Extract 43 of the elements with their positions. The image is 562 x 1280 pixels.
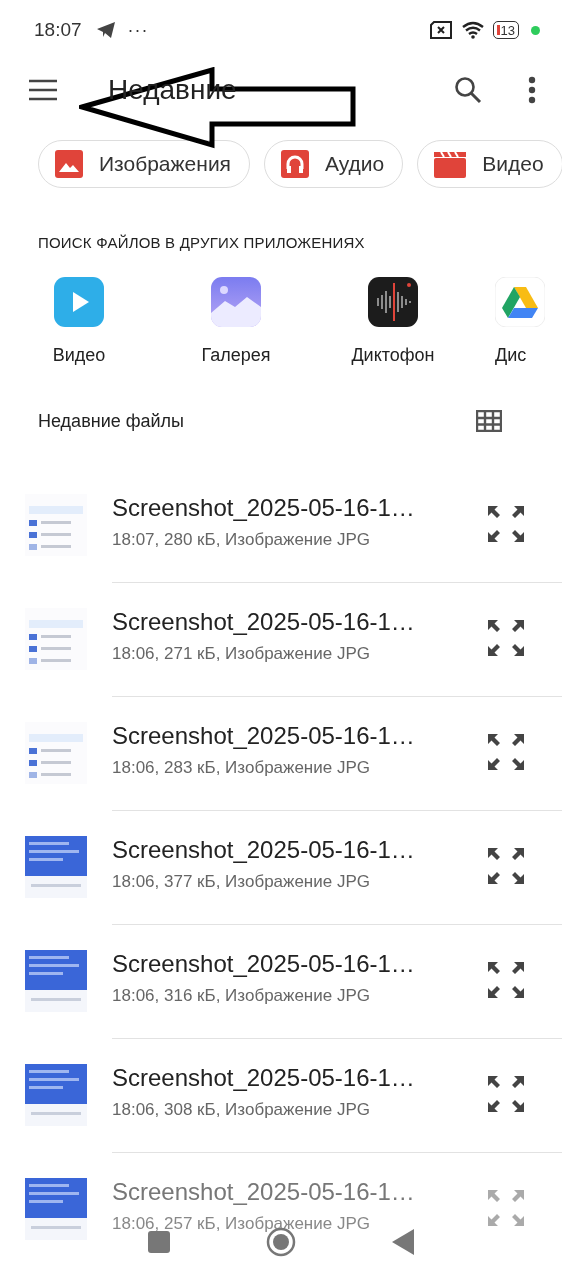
- file-name: Screenshot_2025-05-16-1…: [112, 493, 416, 522]
- file-name: Screenshot_2025-05-16-1…: [112, 1063, 416, 1092]
- file-name: Screenshot_2025-05-16-1…: [112, 607, 416, 636]
- gallery-icon: [211, 277, 261, 327]
- app-shortcut[interactable]: Галерея: [184, 277, 341, 366]
- triangle-logo-icon: [495, 277, 545, 327]
- sound-wave-icon: [368, 277, 418, 327]
- headphones-icon: [281, 150, 309, 178]
- expand-button[interactable]: [487, 618, 525, 657]
- paper-plane-icon: [95, 21, 116, 39]
- grid-view-button[interactable]: [476, 410, 502, 432]
- more-notifications: ···: [127, 19, 149, 41]
- clapperboard-icon: [434, 150, 467, 178]
- file-name: Screenshot_2025-05-16-1…: [112, 949, 416, 978]
- back-button[interactable]: [392, 1229, 414, 1255]
- wifi-icon: [460, 21, 485, 39]
- section-heading: Недавние файлы: [38, 410, 184, 432]
- status-dot: [531, 25, 540, 35]
- file-name: Screenshot_2025-05-16-1…: [112, 835, 416, 864]
- no-sim-icon: [428, 21, 453, 39]
- image-icon: [55, 150, 83, 178]
- more-options-button[interactable]: [528, 76, 536, 104]
- app-shortcut[interactable]: Видео: [27, 277, 184, 366]
- file-details: 18:07, 280 кБ, Изображение JPG: [112, 529, 371, 550]
- expand-button[interactable]: [487, 504, 525, 543]
- file-details: 18:06, 283 кБ, Изображение JPG: [112, 757, 371, 778]
- expand-button[interactable]: [487, 846, 525, 885]
- search-button[interactable]: [454, 76, 482, 104]
- file-details: 18:06, 308 кБ, Изображение JPG: [112, 1099, 371, 1120]
- file-details: 18:06, 271 кБ, Изображение JPG: [112, 643, 371, 664]
- file-name: Screenshot_2025-05-16-1…: [112, 721, 416, 750]
- menu-button[interactable]: [28, 79, 58, 101]
- file-details: 18:06, 377 кБ, Изображение JPG: [112, 871, 371, 892]
- expand-button[interactable]: [487, 732, 525, 771]
- file-details: 18:06, 316 кБ, Изображение JPG: [112, 985, 371, 1006]
- status-time: 18:07: [34, 19, 82, 41]
- play-icon: [54, 277, 104, 327]
- section-heading: ПОИСК ФАЙЛОВ В ДРУГИХ ПРИЛОЖЕНИЯХ: [37, 233, 366, 251]
- expand-button[interactable]: [487, 1074, 525, 1113]
- file-name: Screenshot_2025-05-16-1…: [112, 1177, 416, 1206]
- expand-button[interactable]: [487, 960, 525, 999]
- battery-indicator: 13: [492, 21, 519, 39]
- file-details: 18:06, 257 кБ, Изображение JPG: [112, 1213, 371, 1234]
